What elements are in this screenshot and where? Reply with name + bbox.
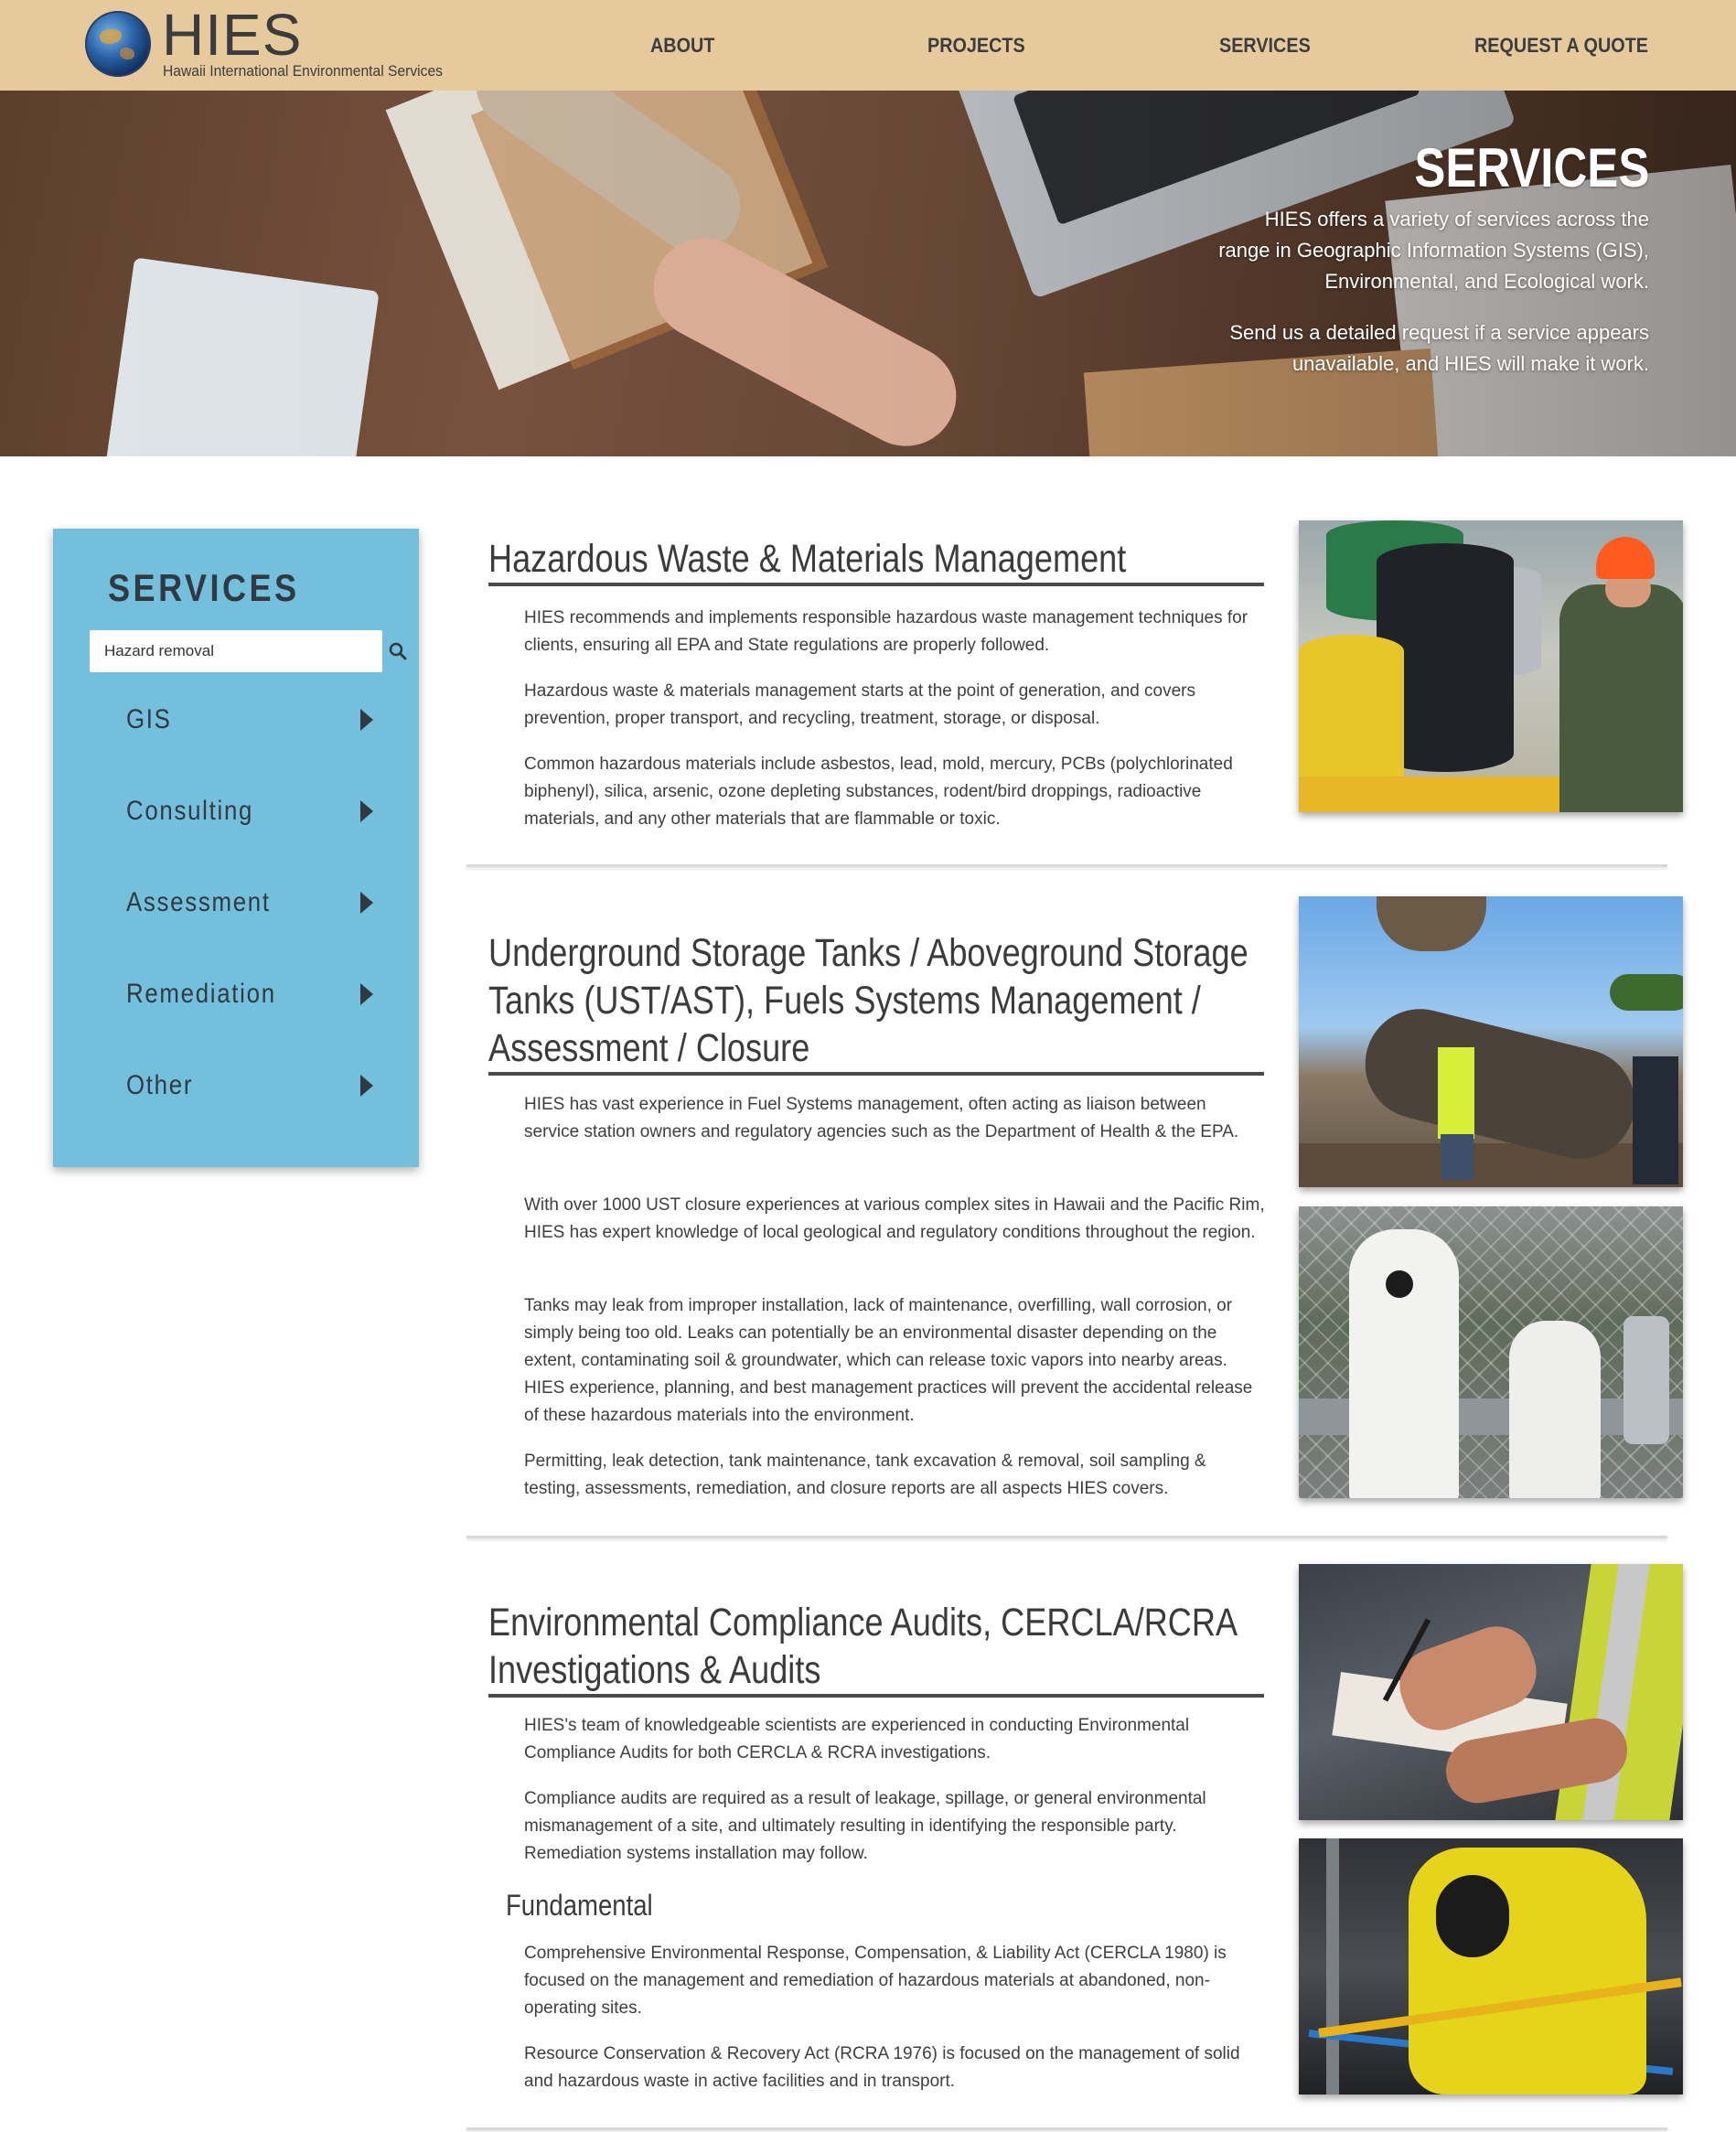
section-paragraph: Common hazardous materials include asbes…: [524, 755, 1233, 829]
services-sidebar: SERVICES GIS Consulting Assessment Remed…: [53, 529, 419, 1167]
sidebar-item-consulting[interactable]: Consulting: [126, 793, 373, 830]
section-paragraph: HIES recommends and implements responsib…: [524, 608, 1248, 655]
section-divider: [466, 2127, 1667, 2130]
caret-right-icon: [360, 709, 373, 731]
section-paragraph: Comprehensive Environmental Response, Co…: [524, 1944, 1227, 2018]
nav-about[interactable]: ABOUT: [650, 33, 714, 59]
photo-yellow-hazmat-suit: [1299, 1838, 1683, 2095]
section-title-storage-tanks: Underground Storage Tanks / Aboveground …: [488, 929, 1264, 1076]
sidebar-title: SERVICES: [108, 566, 300, 609]
hero-request-text: Send us a detailed request if a service …: [1229, 321, 1649, 375]
search-input[interactable]: [90, 630, 382, 672]
sidebar-item-label: Other: [126, 1070, 194, 1100]
nav-services[interactable]: SERVICES: [1219, 33, 1311, 59]
section-title-hazardous-waste: Hazardous Waste & Materials Management: [488, 535, 1264, 586]
section-paragraph: Tanks may leak from improper installatio…: [524, 1296, 1253, 1425]
sidebar-item-label: Consulting: [126, 796, 254, 826]
section-paragraph: Compliance audits are required as a resu…: [524, 1789, 1206, 1863]
globe-logo-icon[interactable]: [85, 11, 151, 77]
photo-hazardous-drums: [1299, 520, 1683, 812]
section-paragraph: HIES has vast experience in Fuel Systems…: [524, 1095, 1239, 1141]
section-title-text: Hazardous Waste & Materials Management: [488, 537, 1127, 581]
sidebar-item-label: Assessment: [126, 887, 271, 917]
logo-subtitle: Hawaii International Environmental Servi…: [163, 62, 444, 80]
section-paragraph: HIES's team of knowledgeable scientists …: [524, 1716, 1190, 1762]
sidebar-item-other[interactable]: Other: [126, 1067, 373, 1104]
photo-hazmat-workers: [1299, 1206, 1683, 1498]
caret-right-icon: [360, 892, 373, 914]
photo-clipboard-inspection: [1299, 1564, 1683, 1820]
site-header: HIES Hawaii International Environmental …: [0, 0, 1736, 91]
sidebar-item-assessment[interactable]: Assessment: [126, 884, 373, 921]
hero-intro-text: HIES offers a variety of services across…: [1218, 208, 1649, 293]
section-title-compliance-audits: Environmental Compliance Audits, CERCLA/…: [488, 1599, 1264, 1698]
section-paragraph: Permitting, leak detection, tank mainten…: [524, 1452, 1206, 1498]
sidebar-item-remediation[interactable]: Remediation: [126, 976, 373, 1012]
photo-tank-excavation: [1299, 896, 1683, 1187]
hero-title: SERVICES: [1414, 137, 1649, 198]
sidebar-item-label: Remediation: [126, 979, 276, 1009]
section-divider: [466, 864, 1667, 867]
subheading-fundamental: Fundamental: [506, 1889, 653, 1922]
hero-banner: SERVICES HIES offers a variety of servic…: [0, 91, 1736, 456]
sidebar-item-label: GIS: [126, 704, 172, 734]
section-title-text: Environmental Compliance Audits, CERCLA/…: [488, 1601, 1237, 1692]
logo-name[interactable]: HIES: [162, 4, 302, 66]
caret-right-icon: [360, 983, 373, 1005]
section-paragraph: Hazardous waste & materials management s…: [524, 681, 1196, 728]
search-icon[interactable]: [388, 641, 408, 661]
sidebar-item-gis[interactable]: GIS: [126, 702, 373, 738]
nav-request-quote[interactable]: REQUEST A QUOTE: [1474, 33, 1648, 59]
section-divider: [466, 1536, 1667, 1538]
nav-projects[interactable]: PROJECTS: [927, 33, 1025, 59]
section-paragraph: With over 1000 UST closure experiences a…: [524, 1195, 1265, 1242]
section-title-text: Underground Storage Tanks / Aboveground …: [488, 931, 1248, 1070]
caret-right-icon: [360, 1075, 373, 1097]
caret-right-icon: [360, 800, 373, 822]
section-paragraph: Resource Conservation & Recovery Act (RC…: [524, 2044, 1240, 2091]
